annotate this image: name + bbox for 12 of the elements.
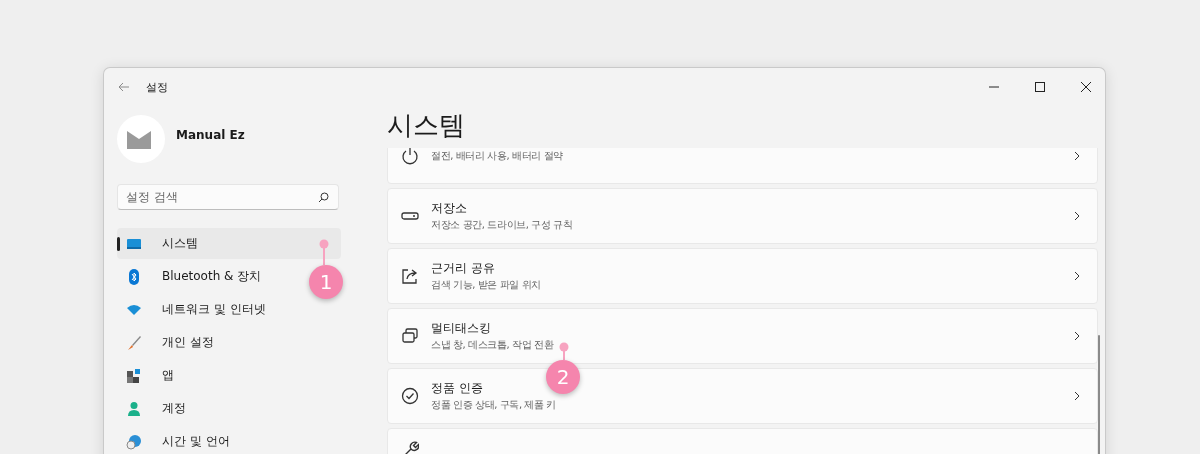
card-title: 근거리 공유	[431, 260, 495, 276]
card-subtitle: 절전, 배터리 사용, 배터리 절약	[431, 149, 563, 163]
user-name: Manual Ez	[176, 128, 245, 142]
page-title: 시스템	[387, 109, 466, 142]
card-subtitle: 정품 인증 상태, 구독, 제품 키	[431, 397, 557, 412]
card-title: 멀티태스킹	[431, 320, 491, 336]
card-subtitle: 저장소 공간, 드라이브, 구성 규칙	[431, 217, 573, 232]
card-title: 저장소	[431, 200, 467, 216]
card-subtitle: 스냅 창, 데스크톱, 작업 전환	[431, 337, 554, 352]
card-title: 정품 인증	[431, 380, 483, 396]
window-title: 설정	[146, 79, 168, 95]
card-subtitle: 검색 기능, 받은 파일 위치	[431, 277, 541, 292]
